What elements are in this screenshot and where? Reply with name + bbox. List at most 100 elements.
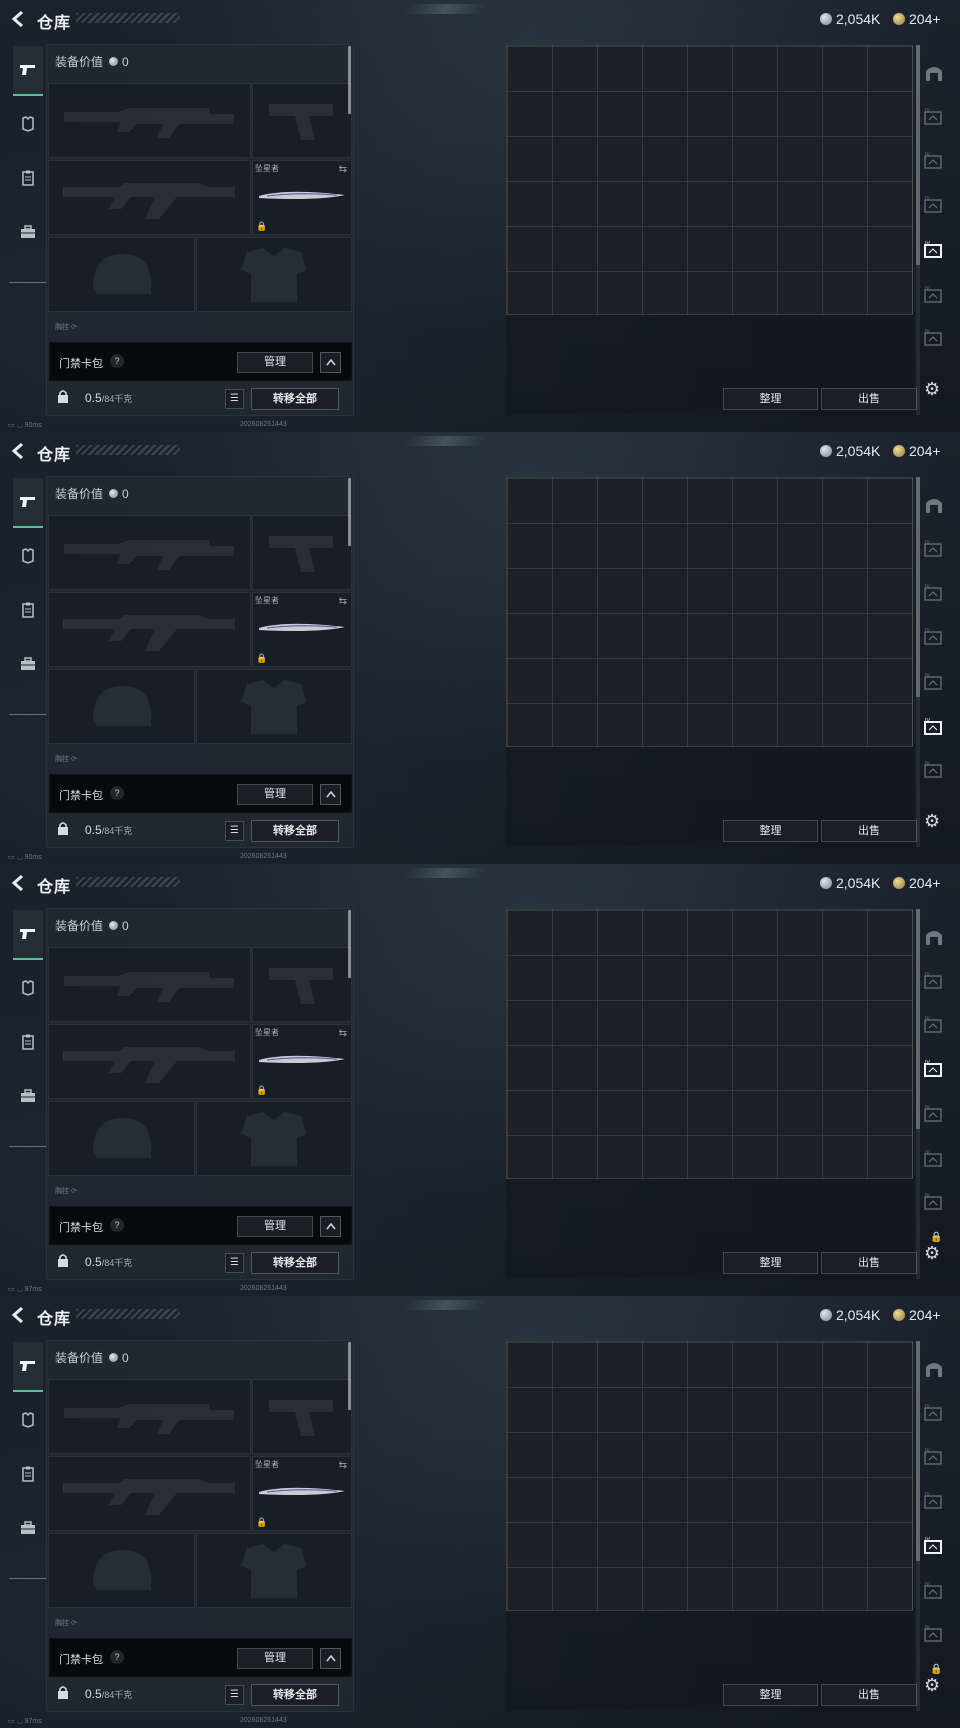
storage-page-1-icon[interactable]: IV — [923, 1404, 945, 1424]
help-icon[interactable]: ? — [110, 1218, 124, 1232]
equipment-scrollbar[interactable] — [348, 910, 351, 978]
tab-supplies[interactable] — [13, 1072, 43, 1120]
helmet-slot[interactable] — [48, 237, 195, 312]
expand-button[interactable] — [320, 352, 341, 373]
storage-page-1-icon[interactable]: IV — [923, 972, 945, 992]
manage-button[interactable]: 管理 — [237, 1216, 313, 1237]
melee-slot[interactable]: 坠星者 ⇆ 🔒 — [252, 1024, 352, 1099]
helmet-slot[interactable] — [48, 1533, 195, 1608]
back-arrow-icon[interactable] — [10, 874, 26, 892]
silver-currency[interactable]: 2,054K — [820, 874, 880, 892]
storage-grid[interactable] — [506, 1341, 913, 1611]
storage-scrollbar[interactable] — [916, 909, 920, 1279]
primary-weapon-slot[interactable] — [48, 83, 251, 158]
list-view-button[interactable]: ☰ — [225, 821, 244, 841]
manage-button[interactable]: 管理 — [237, 352, 313, 373]
tab-armor[interactable] — [13, 100, 43, 148]
storage-page-6-icon[interactable]: IV — [923, 761, 945, 781]
storage-page-2-icon[interactable]: IV — [923, 152, 945, 172]
list-view-button[interactable]: ☰ — [225, 1253, 244, 1273]
safe-box-icon[interactable] — [923, 1359, 945, 1379]
sell-button[interactable]: 出售 — [821, 1252, 917, 1274]
storage-page-2-icon[interactable]: IV — [923, 584, 945, 604]
storage-page-4-icon[interactable]: IV — [923, 1105, 945, 1125]
storage-grid[interactable] — [506, 45, 913, 315]
tab-weapons[interactable] — [13, 478, 43, 528]
gear-icon[interactable]: ⚙ — [924, 811, 940, 832]
expand-button[interactable] — [320, 1216, 341, 1237]
tab-supplies[interactable] — [13, 640, 43, 688]
transfer-all-button[interactable]: 转移全部 — [251, 1684, 339, 1706]
sidearm-slot[interactable] — [252, 947, 352, 1022]
storage-scrollbar-thumb[interactable] — [916, 477, 920, 697]
tab-gear[interactable] — [13, 154, 43, 202]
helmet-slot[interactable] — [48, 669, 195, 744]
tab-armor[interactable] — [13, 1396, 43, 1444]
storage-scrollbar[interactable] — [916, 477, 920, 847]
swap-icon[interactable]: ⇆ — [339, 1028, 347, 1039]
storage-scrollbar[interactable] — [916, 1341, 920, 1711]
tab-gear[interactable] — [13, 1450, 43, 1498]
sort-button[interactable]: 整理 — [723, 1684, 818, 1706]
melee-slot[interactable]: 坠星者 ⇆ 🔒 — [252, 1456, 352, 1531]
tab-weapons[interactable] — [13, 46, 43, 96]
manage-button[interactable]: 管理 — [237, 784, 313, 805]
primary-weapon-slot[interactable] — [48, 947, 251, 1022]
transfer-all-button[interactable]: 转移全部 — [251, 820, 339, 842]
storage-page-4-icon[interactable]: IV — [923, 1537, 945, 1557]
storage-scrollbar-thumb[interactable] — [916, 45, 920, 265]
storage-page-2-icon[interactable]: IV — [923, 1448, 945, 1468]
primary-weapon-slot[interactable] — [48, 1379, 251, 1454]
storage-page-4-icon[interactable]: IV — [923, 241, 945, 261]
storage-page-3-icon[interactable]: IV — [923, 1060, 945, 1080]
sidearm-slot[interactable] — [252, 515, 352, 590]
storage-page-6-icon[interactable]: IV — [923, 1625, 945, 1645]
storage-page-3-icon[interactable]: IV — [923, 628, 945, 648]
storage-page-3-icon[interactable]: IV — [923, 1492, 945, 1512]
swap-icon[interactable]: ⇆ — [339, 1460, 347, 1471]
help-icon[interactable]: ? — [110, 354, 124, 368]
sidearm-slot[interactable] — [252, 1379, 352, 1454]
secondary-weapon-slot[interactable] — [48, 1456, 251, 1531]
sell-button[interactable]: 出售 — [821, 1684, 917, 1706]
gear-icon[interactable]: ⚙ — [924, 379, 940, 400]
storage-page-6-icon[interactable]: IV — [923, 329, 945, 349]
safe-box-icon[interactable] — [923, 927, 945, 947]
sidearm-slot[interactable] — [252, 83, 352, 158]
storage-scrollbar-thumb[interactable] — [916, 1341, 920, 1561]
gear-icon[interactable]: ⚙ — [924, 1675, 940, 1696]
equipment-scrollbar[interactable] — [348, 478, 351, 546]
silver-currency[interactable]: 2,054K — [820, 1306, 880, 1324]
tab-gear[interactable] — [13, 586, 43, 634]
list-view-button[interactable]: ☰ — [225, 1685, 244, 1705]
body-armor-slot[interactable] — [196, 669, 352, 744]
equipment-scrollbar[interactable] — [348, 1342, 351, 1410]
gold-currency[interactable]: 204+ — [893, 874, 941, 892]
storage-page-3-icon[interactable]: IV — [923, 196, 945, 216]
back-arrow-icon[interactable] — [10, 442, 26, 460]
melee-slot[interactable]: 坠星者 ⇆ 🔒 — [252, 160, 352, 235]
help-icon[interactable]: ? — [110, 1650, 124, 1664]
expand-button[interactable] — [320, 784, 341, 805]
sort-button[interactable]: 整理 — [723, 1252, 818, 1274]
manage-button[interactable]: 管理 — [237, 1648, 313, 1669]
tab-supplies[interactable] — [13, 1504, 43, 1552]
tab-supplies[interactable] — [13, 208, 43, 256]
body-armor-slot[interactable] — [196, 1533, 352, 1608]
back-arrow-icon[interactable] — [10, 1306, 26, 1324]
body-armor-slot[interactable] — [196, 1101, 352, 1176]
gold-currency[interactable]: 204+ — [893, 442, 941, 460]
storage-page-5-icon[interactable]: IV — [923, 1150, 945, 1170]
tab-gear[interactable] — [13, 1018, 43, 1066]
gold-currency[interactable]: 204+ — [893, 1306, 941, 1324]
tab-armor[interactable] — [13, 532, 43, 580]
storage-page-5-icon[interactable]: IV — [923, 1582, 945, 1602]
sell-button[interactable]: 出售 — [821, 820, 917, 842]
storage-grid[interactable] — [506, 477, 913, 747]
storage-page-1-icon[interactable]: IV — [923, 540, 945, 560]
helmet-slot[interactable] — [48, 1101, 195, 1176]
transfer-all-button[interactable]: 转移全部 — [251, 1252, 339, 1274]
storage-page-1-icon[interactable]: IV — [923, 108, 945, 128]
silver-currency[interactable]: 2,054K — [820, 442, 880, 460]
storage-grid[interactable] — [506, 909, 913, 1179]
